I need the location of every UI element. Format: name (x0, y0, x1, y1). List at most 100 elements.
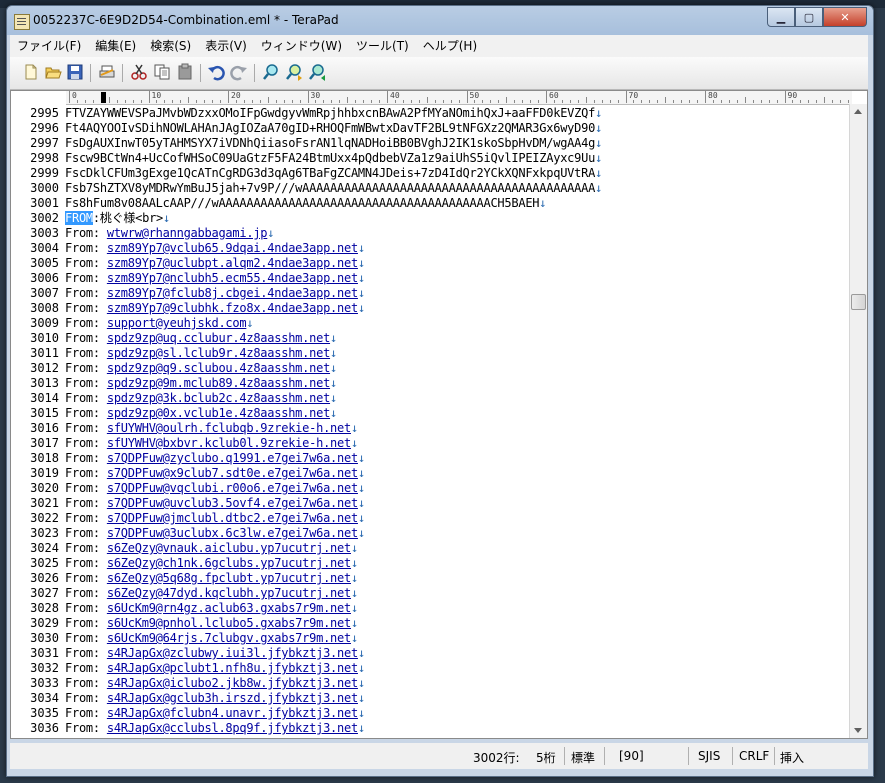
menu-search[interactable]: 検索(S) (143, 36, 198, 56)
text-editor[interactable]: 0 10 20 30 40 50 60 70 80 90 2995 FTVZAYWWEVSPaJMv… (10, 90, 868, 739)
email-link[interactable]: sfUYWHV@oulrh.fclubqb.9zrekie-h.net (107, 421, 351, 435)
maximize-button[interactable]: ▢ (795, 7, 823, 27)
line-text[interactable]: FsDgAUXInwT05yTAHMSYX7iVDNhQiiasoFsrAN1l… (65, 136, 602, 151)
email-link[interactable]: s4RJapGx@gclub3h.irszd.jfybkztj3.net (107, 691, 358, 705)
line-text[interactable]: From: s4RJapGx@cclubsl.8pq9f.jfybkztj3.n… (65, 721, 365, 736)
line-text[interactable]: From: spdz9zp@q9.sclubou.4z8aasshm.net↓ (65, 361, 337, 376)
title-bar[interactable]: 0052237C-6E9D2D54-Combination.eml * - Te… (7, 6, 873, 35)
line-text[interactable]: From: s7QDPFuw@x9club7.sdt0e.e7gei7w6a.n… (65, 466, 365, 481)
scrollbar-thumb[interactable] (851, 294, 866, 310)
paste-icon[interactable] (176, 63, 194, 81)
cut-icon[interactable] (130, 63, 148, 81)
email-link[interactable]: szm89Yp7@vclub65.9dqai.4ndae3app.net (107, 241, 358, 255)
open-folder-icon[interactable] (44, 63, 62, 81)
email-link[interactable]: szm89Yp7@fclub8j.cbgei.4ndae3app.net (107, 286, 358, 300)
email-link[interactable]: spdz9zp@sl.lclub9r.4z8aasshm.net (107, 346, 330, 360)
email-link[interactable]: s6UcKm9@pnhol.lclubo5.gxabs7r9m.net (107, 616, 351, 630)
menu-tools[interactable]: ツール(T) (349, 36, 416, 56)
line-text[interactable]: From: s6ZeQzy@5q68g.fpclubt.yp7ucutrj.ne… (65, 571, 358, 586)
line-text[interactable]: From: s6ZeQzy@47dyd.kqclubh.yp7ucutrj.ne… (65, 586, 358, 601)
email-link[interactable]: szm89Yp7@nclubh5.ecm55.4ndae3app.net (107, 271, 358, 285)
line-text[interactable]: From: szm89Yp7@nclubh5.ecm55.4ndae3app.n… (65, 271, 365, 286)
menu-edit[interactable]: 編集(E) (88, 36, 143, 56)
line-text[interactable]: From: spdz9zp@9m.mclub89.4z8aasshm.net↓ (65, 376, 337, 391)
search-prev-icon[interactable] (308, 63, 326, 81)
menu-window[interactable]: ウィンドウ(W) (254, 36, 349, 56)
line-text[interactable]: From: spdz9zp@0x.vclub1e.4z8aasshm.net↓ (65, 406, 337, 421)
email-link[interactable]: wtwrw@rhanngabbagami.jp (107, 226, 268, 240)
menu-file[interactable]: ファイル(F) (10, 36, 88, 56)
line-text[interactable]: From: s6UcKm9@pnhol.lclubo5.gxabs7r9m.ne… (65, 616, 358, 631)
line-text[interactable]: From: szm89Yp7@vclub65.9dqai.4ndae3app.n… (65, 241, 365, 256)
line-text[interactable]: From: s4RJapGx@zclubwy.iui3l.jfybkztj3.n… (65, 646, 365, 661)
line-text[interactable]: From: s4RJapGx@iclubo2.jkb8w.jfybkztj3.n… (65, 676, 365, 691)
undo-icon[interactable] (207, 63, 225, 81)
email-link[interactable]: s7QDPFuw@jmclubl.dtbc2.e7gei7w6a.net (107, 511, 358, 525)
line-text[interactable]: From: szm89Yp7@fclub8j.cbgei.4ndae3app.n… (65, 286, 365, 301)
selected-text[interactable]: FROM (65, 211, 93, 225)
line-text[interactable]: Fsb7ShZTXV8yMDRwYmBuJ5jah+7v9P///wAAAAAA… (65, 181, 602, 196)
email-link[interactable]: s4RJapGx@fclubn4.unavr.jfybkztj3.net (107, 706, 358, 720)
line-text[interactable]: From: s6UcKm9@rn4gz.aclub63.gxabs7r9m.ne… (65, 601, 358, 616)
line-text[interactable]: From: szm89Yp7@9clubhk.fzo8x.4ndae3app.n… (65, 301, 365, 316)
search-next-icon[interactable] (285, 63, 303, 81)
vertical-scrollbar[interactable] (849, 104, 867, 738)
line-text[interactable]: FscDklCFUm3gExge1QcATnCgRDG3d3qAg6TBaFgZ… (65, 166, 602, 181)
email-link[interactable]: s4RJapGx@iclubo2.jkb8w.jfybkztj3.net (107, 676, 358, 690)
email-link[interactable]: s6ZeQzy@47dyd.kqclubh.yp7ucutrj.net (107, 586, 351, 600)
email-link[interactable]: spdz9zp@uq.cclubur.4z8aasshm.net (107, 331, 330, 345)
email-link[interactable]: szm89Yp7@uclubpt.alqm2.4ndae3app.net (107, 256, 358, 270)
scroll-up-arrow-icon[interactable] (854, 109, 862, 114)
new-file-icon[interactable] (22, 63, 40, 81)
line-text[interactable]: Fscw9BCtWn4+UcCofWHSoC09UaGtzF5FA24BtmUx… (65, 151, 602, 166)
email-link[interactable]: spdz9zp@9m.mclub89.4z8aasshm.net (107, 376, 330, 390)
line-text[interactable]: From: support@yeuhjskd.com↓ (65, 316, 254, 331)
email-link[interactable]: s6ZeQzy@ch1nk.6gclubs.yp7ucutrj.net (107, 556, 351, 570)
terapad-app-icon[interactable] (14, 14, 30, 30)
email-link[interactable]: s7QDPFuw@3uclubx.6c3lw.e7gei7w6a.net (107, 526, 358, 540)
email-link[interactable]: s6ZeQzy@vnauk.aiclubu.yp7ucutrj.net (107, 541, 351, 555)
line-text[interactable]: FROM:桃ぐ様<br>↓ (65, 211, 170, 226)
line-text[interactable]: From: sfUYWHV@bxbvr.kclub0l.9zrekie-h.ne… (65, 436, 358, 451)
close-button[interactable]: ✕ (823, 7, 867, 27)
line-text[interactable]: From: sfUYWHV@oulrh.fclubqb.9zrekie-h.ne… (65, 421, 358, 436)
email-link[interactable]: s4RJapGx@zclubwy.iui3l.jfybkztj3.net (107, 646, 358, 660)
line-text[interactable]: From: s4RJapGx@gclub3h.irszd.jfybkztj3.n… (65, 691, 365, 706)
email-link[interactable]: s6UcKm9@rn4gz.aclub63.gxabs7r9m.net (107, 601, 351, 615)
line-text[interactable]: From: spdz9zp@sl.lclub9r.4z8aasshm.net↓ (65, 346, 337, 361)
line-text[interactable]: From: s7QDPFuw@zyclubo.q1991.e7gei7w6a.n… (65, 451, 365, 466)
email-link[interactable]: s7QDPFuw@vqclubi.r00o6.e7gei7w6a.net (107, 481, 358, 495)
line-text[interactable]: From: s6ZeQzy@vnauk.aiclubu.yp7ucutrj.ne… (65, 541, 358, 556)
line-text[interactable]: From: wtwrw@rhanngabbagami.jp↓ (65, 226, 275, 241)
line-text[interactable]: From: spdz9zp@uq.cclubur.4z8aasshm.net↓ (65, 331, 337, 346)
line-text[interactable]: From: s6UcKm9@64rjs.7clubgv.gxabs7r9m.ne… (65, 631, 358, 646)
menu-help[interactable]: ヘルプ(H) (416, 36, 484, 56)
search-icon[interactable] (262, 63, 280, 81)
email-link[interactable]: s6UcKm9@64rjs.7clubgv.gxabs7r9m.net (107, 631, 351, 645)
email-link[interactable]: s7QDPFuw@x9club7.sdt0e.e7gei7w6a.net (107, 466, 358, 480)
line-text[interactable]: FTVZAYWWEVSPaJMvbWDzxxOMoIFpGwdgyvWmRpjh… (65, 106, 602, 121)
email-link[interactable]: spdz9zp@0x.vclub1e.4z8aasshm.net (107, 406, 330, 420)
redo-icon[interactable] (230, 63, 248, 81)
line-text[interactable]: From: s7QDPFuw@3uclubx.6c3lw.e7gei7w6a.n… (65, 526, 365, 541)
menu-view[interactable]: 表示(V) (198, 36, 254, 56)
scroll-down-arrow-icon[interactable] (854, 728, 862, 733)
line-text[interactable]: Ft4AQYOOIvSDihNOWLAHAnJAgIOZaA70gID+RHOQ… (65, 121, 602, 136)
line-text[interactable]: From: s4RJapGx@pclubt1.nfh8u.jfybkztj3.n… (65, 661, 365, 676)
minimize-button[interactable]: ▁ (767, 7, 795, 27)
email-link[interactable]: sfUYWHV@bxbvr.kclub0l.9zrekie-h.net (107, 436, 351, 450)
email-link[interactable]: szm89Yp7@9clubhk.fzo8x.4ndae3app.net (107, 301, 358, 315)
editor-text-area[interactable]: 2995 FTVZAYWWEVSPaJMvbWDzxxOMoIFpGwdgyvWm… (11, 104, 849, 738)
email-link[interactable]: s4RJapGx@pclubt1.nfh8u.jfybkztj3.net (107, 661, 358, 675)
copy-icon[interactable] (153, 63, 171, 81)
email-link[interactable]: s7QDPFuw@zyclubo.q1991.e7gei7w6a.net (107, 451, 358, 465)
line-text[interactable]: From: spdz9zp@3k.bclub2c.4z8aasshm.net↓ (65, 391, 337, 406)
email-link[interactable]: spdz9zp@q9.sclubou.4z8aasshm.net (107, 361, 330, 375)
line-text[interactable]: From: s7QDPFuw@jmclubl.dtbc2.e7gei7w6a.n… (65, 511, 365, 526)
email-link[interactable]: s6ZeQzy@5q68g.fpclubt.yp7ucutrj.net (107, 571, 351, 585)
line-text[interactable]: Fs8hFum8v08AALcAAP///wAAAAAAAAAAAAAAAAAA… (65, 196, 547, 211)
print-icon[interactable] (98, 63, 116, 81)
email-link[interactable]: spdz9zp@3k.bclub2c.4z8aasshm.net (107, 391, 330, 405)
email-link[interactable]: s7QDPFuw@uvclub3.5ovf4.e7gei7w6a.net (107, 496, 358, 510)
line-text[interactable]: From: s6ZeQzy@ch1nk.6gclubs.yp7ucutrj.ne… (65, 556, 358, 571)
